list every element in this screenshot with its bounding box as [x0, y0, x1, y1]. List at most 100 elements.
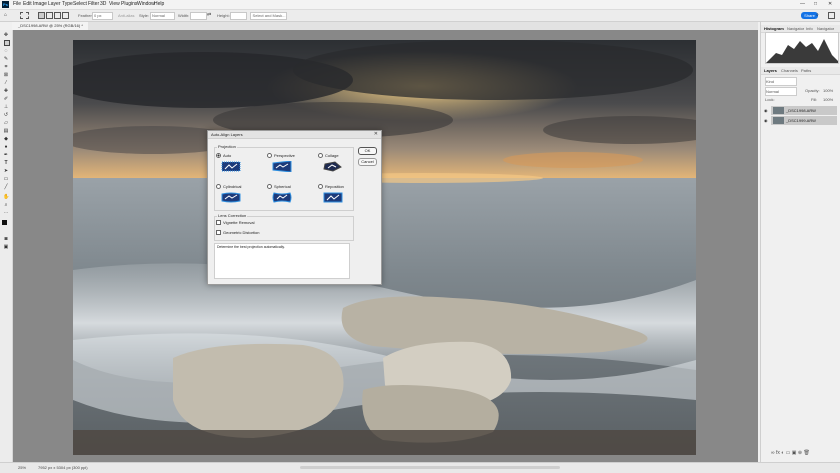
cancel-button[interactable]: Cancel [358, 158, 377, 166]
layer-kind-filter[interactable]: Kind [765, 77, 797, 86]
visibility-eye-icon[interactable]: ◉ [764, 116, 768, 125]
move-tool-icon[interactable]: ✥ [3, 32, 9, 38]
workspace-icon[interactable] [828, 12, 835, 19]
status-bar: 25% 7952 px x 5304 px (300 ppi) [0, 462, 840, 473]
rectangle-tool-icon[interactable]: ▭ [3, 176, 9, 182]
layer-footer-icons[interactable]: ∞ fx ◐ ▭ ▣ ⊕ 🗑 [771, 450, 810, 457]
feather-label: Feather: [78, 13, 93, 18]
radio-spherical[interactable]: Spherical [267, 184, 291, 190]
opacity-value[interactable]: 100% [823, 87, 833, 94]
quick-select-icon[interactable]: ✎ [3, 56, 9, 62]
eraser-icon[interactable]: ▱ [3, 120, 9, 126]
menu-layer[interactable]: Layer [48, 1, 61, 8]
pen-icon[interactable]: ✒ [3, 152, 9, 158]
ok-button[interactable]: OK [358, 147, 377, 155]
menu-view[interactable]: View [109, 1, 120, 8]
hand-icon[interactable]: ✋ [3, 194, 9, 200]
tab-paths[interactable]: Paths [801, 67, 811, 74]
select-and-mask-button[interactable]: Select and Mask... [250, 12, 287, 20]
layers-tab-row: Layers Channels Paths [761, 67, 840, 75]
home-icon[interactable]: ⌂ [4, 12, 7, 19]
crop-icon[interactable]: ⌗ [3, 64, 9, 70]
layer-row[interactable]: _DSC1998.ARW [771, 106, 837, 115]
radio-reposition[interactable]: Reposition [318, 184, 344, 190]
tab-info[interactable]: Info [806, 25, 813, 32]
layer-row[interactable]: _DSC1999.ARW [771, 116, 837, 125]
menu-filter[interactable]: Filter [88, 1, 99, 8]
tab-navigator-2[interactable]: Navigator [817, 25, 834, 32]
subtract-selection-icon[interactable] [54, 12, 61, 19]
tab-histogram[interactable]: Histogram [764, 25, 784, 32]
style-select[interactable]: Normal [150, 12, 175, 20]
quick-mask-icon[interactable]: ◙ [3, 236, 9, 242]
gradient-icon[interactable]: ▤ [3, 128, 9, 134]
histogram-graph [765, 32, 839, 64]
radio-collage[interactable]: Collage [318, 153, 339, 159]
zoom-icon[interactable]: ⌕ [3, 202, 9, 208]
menu-plugins[interactable]: Plugins [121, 1, 137, 8]
foreground-color-swatch[interactable] [2, 220, 7, 225]
options-bar: ⌂ Feather: 0 px Anti-alias Style: Normal… [0, 10, 840, 22]
menu-type[interactable]: Type [62, 1, 73, 8]
tab-layers[interactable]: Layers [764, 67, 777, 74]
menu-window[interactable]: Window [137, 1, 155, 8]
radio-auto[interactable]: Auto [216, 153, 231, 159]
antialias-checkbox[interactable]: Anti-alias [118, 12, 134, 19]
dodge-icon[interactable]: ● [3, 144, 9, 150]
tools-panel: ✥ ◌ ✎ ⌗ ⊠ ⁄ ✚ ✐ ⊥ ↺ ▱ ▤ ◆ ● ✒ T ➤ ▭ ╱ ✋ … [0, 30, 13, 462]
intersect-selection-icon[interactable] [62, 12, 69, 19]
path-select-icon[interactable]: ➤ [3, 168, 9, 174]
seascape-photo[interactable] [73, 40, 696, 455]
eyedropper-icon[interactable]: ⁄ [3, 80, 9, 86]
close-icon[interactable]: ✕ [371, 131, 378, 138]
cylindrical-projection-icon [221, 192, 241, 203]
screen-mode-icon[interactable]: ▣ [3, 244, 9, 250]
maximize-button[interactable]: □ [814, 1, 817, 8]
add-selection-icon[interactable] [46, 12, 53, 19]
tab-navigator[interactable]: Navigator [787, 25, 804, 32]
menu-image[interactable]: Image [33, 1, 47, 8]
clone-stamp-icon[interactable]: ⊥ [3, 104, 9, 110]
height-input[interactable] [230, 12, 247, 20]
opacity-label: Opacity: [805, 88, 820, 93]
canvas-area[interactable] [13, 30, 758, 462]
document-tab[interactable]: _DSC1998.ARW @ 25% (RGB/16) * [12, 22, 88, 30]
healing-brush-icon[interactable]: ✚ [3, 88, 9, 94]
menu-edit[interactable]: Edit [23, 1, 32, 8]
frame-icon[interactable]: ⊠ [3, 72, 9, 78]
vignette-removal-checkbox[interactable]: Vignette Removal [216, 220, 255, 226]
type-tool-icon[interactable]: T [3, 160, 9, 166]
rectangular-marquee-icon[interactable] [4, 40, 10, 46]
fill-value[interactable]: 100% [823, 96, 833, 103]
marquee-tool-icon[interactable] [20, 12, 29, 19]
menu-3d[interactable]: 3D [100, 1, 106, 8]
menu-file[interactable]: File [13, 1, 21, 8]
radio-perspective[interactable]: Perspective [267, 153, 295, 159]
tab-channels[interactable]: Channels [781, 67, 798, 74]
line-tool-icon[interactable]: ╱ [3, 184, 9, 190]
close-window-button[interactable]: ✕ [828, 1, 832, 8]
document-tab-bar: _DSC1998.ARW @ 25% (RGB/16) * [12, 22, 758, 30]
reposition-projection-icon [323, 192, 343, 203]
visibility-eye-icon[interactable]: ◉ [764, 106, 768, 115]
swap-icon[interactable]: ⇄ [207, 12, 211, 19]
lens-correction-label: Lens Correction [217, 213, 248, 218]
width-input[interactable] [190, 12, 207, 20]
search-icon[interactable]: ⌕ [816, 12, 819, 19]
more-tools-icon[interactable]: ⋯ [3, 210, 9, 216]
blur-icon[interactable]: ◆ [3, 136, 9, 142]
radio-cylindrical[interactable]: Cylindrical [216, 184, 241, 190]
blend-mode-select[interactable]: Normal [765, 87, 797, 96]
geometric-distortion-checkbox[interactable]: Geometric Distortion [216, 230, 259, 236]
menu-select[interactable]: Select [73, 1, 87, 8]
brush-icon[interactable]: ✐ [3, 96, 9, 102]
minimize-button[interactable]: — [800, 1, 805, 8]
new-selection-icon[interactable] [38, 12, 45, 19]
menu-help[interactable]: Help [154, 1, 164, 8]
horizontal-scrollbar[interactable] [300, 466, 560, 469]
menu-bar: Ps File Edit Image Layer Type Select Fil… [0, 0, 840, 10]
collage-projection-icon [323, 161, 342, 172]
feather-input[interactable]: 0 px [92, 12, 113, 20]
history-brush-icon[interactable]: ↺ [3, 112, 9, 118]
lasso-icon[interactable]: ◌ [3, 48, 9, 54]
